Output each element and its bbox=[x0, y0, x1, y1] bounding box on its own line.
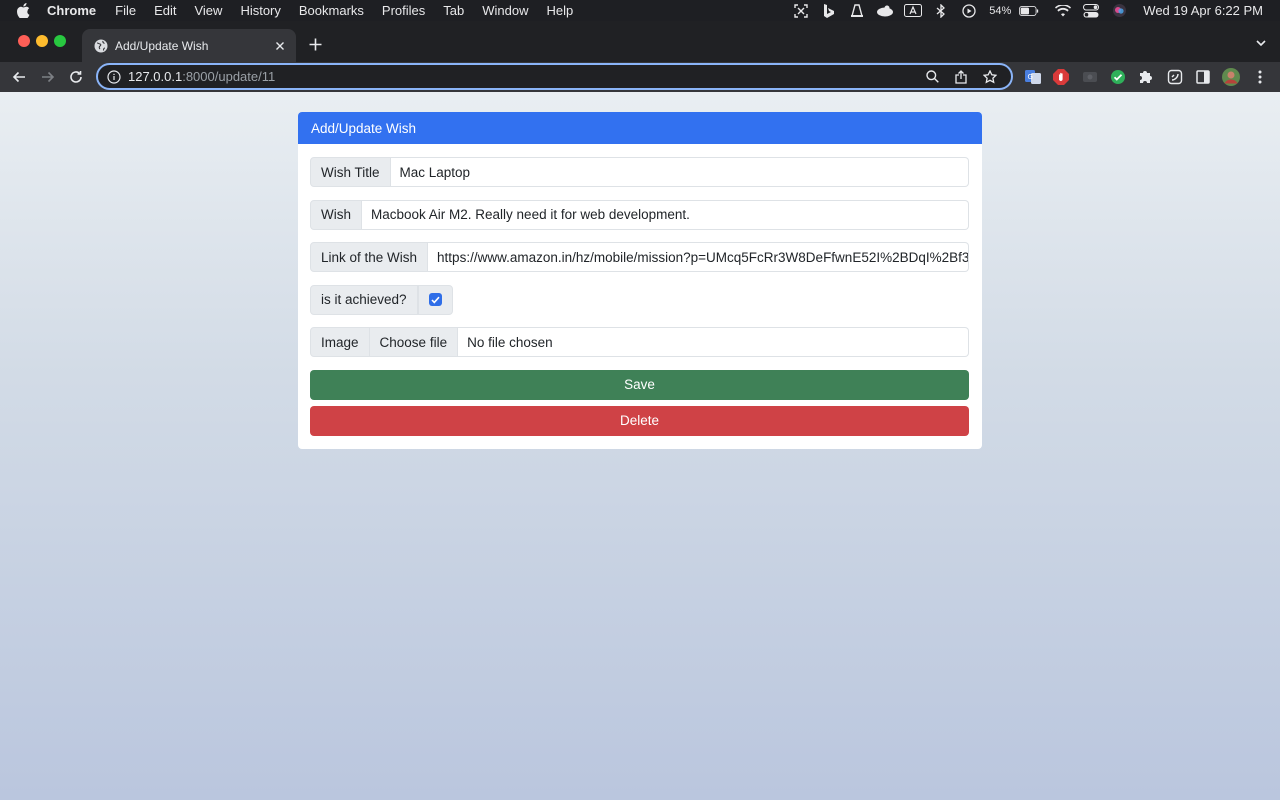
wish-link-input[interactable]: https://www.amazon.in/hz/mobile/mission?… bbox=[428, 242, 969, 272]
control-center-icon[interactable] bbox=[1081, 0, 1101, 21]
back-arrow-icon[interactable] bbox=[10, 68, 28, 86]
more-menu-icon[interactable] bbox=[1251, 68, 1269, 86]
macos-menu-bar: Chrome File Edit View History Bookmarks … bbox=[0, 0, 1280, 21]
menu-edit[interactable]: Edit bbox=[154, 3, 176, 18]
now-playing-icon[interactable] bbox=[959, 0, 979, 21]
close-tab-icon[interactable] bbox=[272, 38, 288, 54]
address-url: 127.0.0.1:8000/update/11 bbox=[128, 69, 924, 84]
image-label: Image bbox=[310, 327, 370, 357]
zoom-window-button[interactable] bbox=[54, 35, 66, 47]
battery-icon[interactable] bbox=[1019, 0, 1039, 21]
side-panel-icon[interactable] bbox=[1194, 68, 1212, 86]
adblock-extension-icon[interactable] bbox=[1052, 68, 1070, 86]
card-header: Add/Update Wish bbox=[298, 112, 982, 144]
browser-tab-active[interactable]: Add/Update Wish bbox=[82, 29, 296, 62]
url-host: 127.0.0.1 bbox=[128, 69, 183, 84]
minimize-window-button[interactable] bbox=[36, 35, 48, 47]
reload-icon[interactable] bbox=[67, 68, 85, 86]
browser-tab-strip: Add/Update Wish bbox=[0, 21, 1280, 62]
vlc-icon[interactable] bbox=[847, 0, 867, 21]
battery-percent: 54% bbox=[989, 4, 1012, 17]
menu-bookmarks[interactable]: Bookmarks bbox=[299, 3, 364, 18]
menu-tab[interactable]: Tab bbox=[443, 3, 464, 18]
profile-avatar[interactable] bbox=[1222, 68, 1240, 86]
svg-text:G: G bbox=[1028, 73, 1033, 81]
wifi-icon[interactable] bbox=[1053, 0, 1073, 21]
extensions-puzzle-icon[interactable] bbox=[1137, 68, 1155, 86]
menu-window[interactable]: Window bbox=[482, 3, 528, 18]
bing-icon[interactable] bbox=[819, 0, 839, 21]
wish-description-group: Wish Macbook Air M2. Really need it for … bbox=[310, 199, 969, 230]
tab-title: Add/Update Wish bbox=[115, 38, 209, 53]
forward-arrow-icon[interactable] bbox=[39, 68, 57, 86]
media-controls-icon[interactable] bbox=[1166, 68, 1184, 86]
site-info-icon[interactable] bbox=[107, 69, 121, 84]
menu-profiles[interactable]: Profiles bbox=[382, 3, 425, 18]
achieved-checkbox[interactable] bbox=[428, 293, 442, 306]
tab-search-chevron-icon[interactable] bbox=[1254, 36, 1268, 50]
menu-file[interactable]: File bbox=[115, 3, 136, 18]
wish-form-card: Add/Update Wish Wish Title Mac Laptop Wi… bbox=[298, 112, 982, 449]
wish-description-input[interactable]: Macbook Air M2. Really need it for web d… bbox=[362, 199, 969, 230]
menu-help[interactable]: Help bbox=[547, 3, 574, 18]
siri-icon[interactable] bbox=[1109, 0, 1129, 21]
menubar-clock[interactable]: Wed 19 Apr 6:22 PM bbox=[1143, 3, 1263, 18]
url-path: :8000/update/11 bbox=[182, 69, 276, 84]
status-area: 54% Wed 19 Apr 6:22 PM bbox=[783, 0, 1280, 21]
choose-file-button[interactable]: Choose file bbox=[369, 327, 459, 357]
wish-title-input[interactable]: Mac Laptop bbox=[390, 157, 969, 187]
address-bar[interactable]: 127.0.0.1:8000/update/11 bbox=[96, 63, 1013, 90]
wish-title-group: Wish Title Mac Laptop bbox=[310, 157, 969, 187]
menu-app-name[interactable]: Chrome bbox=[47, 3, 96, 18]
share-icon[interactable] bbox=[953, 69, 969, 85]
screen-capture-icon[interactable] bbox=[791, 0, 811, 21]
file-name-display: No file chosen bbox=[458, 327, 969, 357]
menu-view[interactable]: View bbox=[194, 3, 222, 18]
browser-toolbar: 127.0.0.1:8000/update/11 G bbox=[0, 62, 1280, 92]
image-group: Image Choose file No file chosen bbox=[310, 327, 969, 357]
checkmark-icon bbox=[430, 296, 440, 304]
achieved-checkbox-wrap bbox=[417, 284, 453, 315]
delete-button[interactable]: Delete bbox=[310, 405, 969, 436]
wish-description-label: Wish bbox=[310, 199, 362, 230]
wish-title-label: Wish Title bbox=[310, 157, 391, 187]
zoom-search-icon[interactable] bbox=[924, 69, 940, 85]
save-button[interactable]: Save bbox=[310, 369, 969, 400]
achieved-label: is it achieved? bbox=[310, 284, 418, 315]
new-tab-icon[interactable] bbox=[306, 35, 324, 53]
wish-link-group: Link of the Wish https://www.amazon.in/h… bbox=[310, 242, 969, 272]
close-window-button[interactable] bbox=[18, 35, 30, 47]
bookmark-star-icon[interactable] bbox=[982, 69, 998, 85]
achieved-group: is it achieved? bbox=[310, 284, 453, 315]
page-viewport: Add/Update Wish Wish Title Mac Laptop Wi… bbox=[0, 92, 1280, 800]
disabled-extension-icon[interactable] bbox=[1081, 68, 1099, 86]
globe-icon bbox=[94, 39, 108, 53]
cloud-app-icon[interactable] bbox=[875, 0, 895, 21]
bluetooth-icon[interactable] bbox=[931, 0, 951, 21]
check-extension-icon[interactable] bbox=[1109, 68, 1127, 86]
wish-link-label: Link of the Wish bbox=[310, 242, 429, 272]
apple-logo-icon[interactable] bbox=[17, 3, 31, 19]
translate-extension-icon[interactable]: G bbox=[1024, 68, 1042, 86]
card-body: Wish Title Mac Laptop Wish Macbook Air M… bbox=[298, 144, 982, 436]
menu-history[interactable]: History bbox=[240, 3, 280, 18]
input-source-icon[interactable] bbox=[903, 0, 923, 21]
